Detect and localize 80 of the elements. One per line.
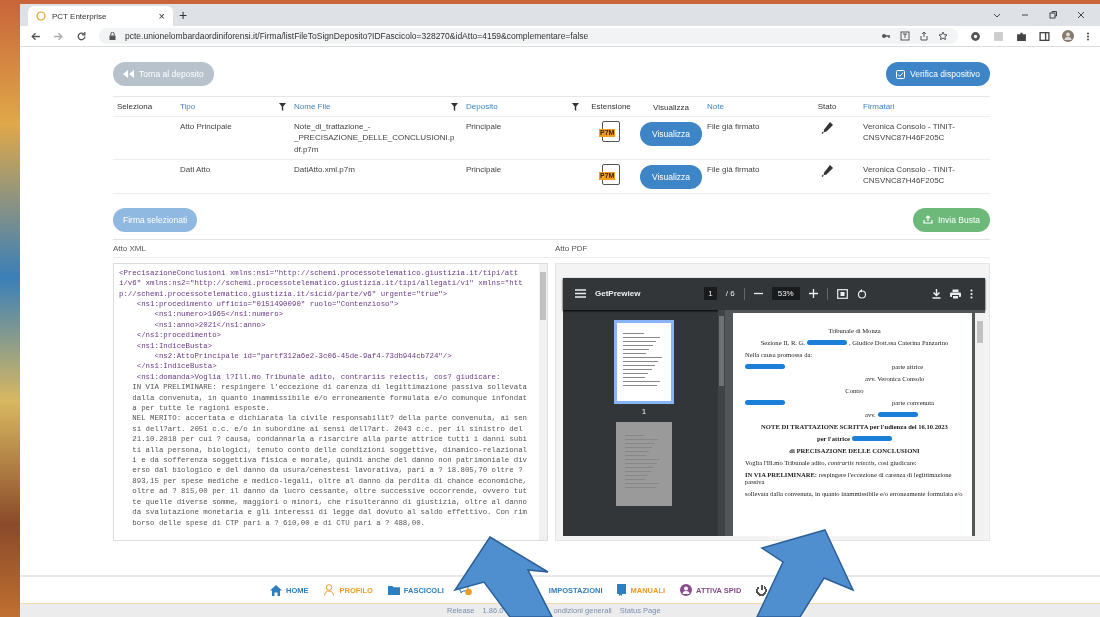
folder-icon [387, 585, 400, 595]
page-count: / 6 [725, 289, 735, 299]
fit-page-icon[interactable] [836, 288, 848, 299]
filter-icon [451, 102, 458, 111]
restore-icon[interactable] [1048, 10, 1058, 20]
filter-icon [279, 102, 286, 111]
close-tab-button[interactable]: × [158, 10, 165, 22]
address-bar[interactable]: pcte.unionelombardaordiniforensi.it/Firma/listFileToSignDeposito?IDFascicolo=328270&idAtto=4159&complementare=false [99, 28, 958, 44]
column-header[interactable]: Firmatari [859, 98, 990, 116]
pen-icon [820, 163, 834, 177]
scrollbar[interactable] [718, 309, 725, 536]
thumbnail-label: 1 [641, 406, 647, 416]
table-cell: Atto Principale [180, 121, 232, 133]
close-icon[interactable] [1076, 10, 1086, 20]
more-icon[interactable] [1086, 30, 1090, 42]
redaction-mark [807, 340, 848, 346]
column-header[interactable]: Note [703, 98, 795, 116]
pen-icon [820, 121, 834, 135]
more-icon[interactable] [970, 288, 973, 299]
table-cell: Dati Atto [180, 163, 211, 175]
zoom-in-icon[interactable] [808, 289, 818, 299]
redaction-mark [745, 399, 785, 405]
home-icon [270, 584, 282, 596]
table-cell: File già firmato [707, 121, 760, 133]
reload-icon[interactable] [76, 30, 87, 42]
redaction-mark [745, 364, 785, 369]
chat-icon[interactable] [458, 584, 472, 596]
book-icon [617, 584, 627, 596]
column-header[interactable]: Tipo [168, 98, 290, 116]
globe-icon [36, 11, 46, 21]
table-cell: Principale [466, 121, 502, 133]
checkbox-icon [896, 69, 906, 79]
lock-icon [109, 32, 116, 40]
column-header[interactable]: Seleziona [113, 98, 168, 116]
redaction-mark [877, 411, 918, 417]
sidebar-icon[interactable] [1039, 30, 1050, 42]
url-text: pcte.unionelombardaordiniforensi.it/Firma/listFileToSignDeposito?IDFascicolo=328270&idAtto=4159&complementare=false [125, 31, 589, 41]
send-envelope-button[interactable]: Invia Busta [912, 207, 990, 232]
translate-icon[interactable] [900, 31, 910, 41]
print-icon[interactable] [950, 288, 961, 299]
user-icon [323, 584, 336, 596]
download-icon[interactable] [932, 288, 941, 299]
scrollbar[interactable] [539, 263, 547, 540]
power-icon[interactable] [756, 584, 768, 596]
page-thumbnail[interactable] [616, 421, 672, 506]
table-cell: File già firmato [707, 163, 760, 175]
column-header[interactable]: Deposito [462, 98, 583, 116]
page-number-field[interactable]: 1 [704, 287, 717, 301]
spid-badge-icon [680, 584, 693, 596]
column-header[interactable]: Stato [795, 98, 859, 116]
key-icon[interactable] [881, 31, 891, 41]
table-cell-text: Veronica Consolo - TINIT-CNSVNC87H46F205C [863, 163, 956, 187]
zoom-field[interactable]: 53% [771, 287, 800, 301]
rewind-icon [123, 70, 134, 78]
table-cell: DatiAtto.xml.p7m [294, 163, 355, 175]
column-header[interactable]: Nome File [290, 98, 462, 116]
share-icon[interactable] [919, 31, 929, 41]
rotate-icon[interactable] [856, 288, 867, 299]
panel-title: Atto PDF [555, 243, 589, 253]
upload-icon [922, 215, 933, 225]
column-header[interactable]: Visualizza [639, 97, 703, 117]
table-cell-text: Note_di_trattazione_-_PRECISAZIONE_DELLE_CONCLUSIONI.pdf.p7m [294, 121, 456, 155]
table-cell-text: Veronica Consolo - TINIT-CNSVNC87H46F205C [863, 121, 956, 144]
menu-icon[interactable] [575, 289, 586, 299]
table-cell: Principale [466, 163, 502, 175]
page-thumbnail[interactable] [614, 319, 674, 404]
document-title: GetPrewiew [595, 289, 641, 299]
tab-title: PCT Enterprise [52, 11, 108, 21]
star-icon[interactable] [938, 31, 948, 41]
back-arrow-icon[interactable] [30, 30, 41, 42]
column-header[interactable]: Estensione [583, 98, 639, 116]
panel-title: Atto XML [113, 243, 147, 253]
redaction-mark [852, 435, 892, 441]
filter-icon [572, 102, 579, 111]
view-button[interactable]: Visualizza [639, 164, 703, 189]
verify-button[interactable]: Verifica dispositivo [886, 62, 990, 86]
avatar-icon[interactable] [1062, 30, 1074, 42]
view-button[interactable]: Visualizza [639, 122, 703, 147]
browser-tab[interactable]: PCT Enterprise × [28, 6, 173, 26]
new-tab-button[interactable]: + [179, 8, 188, 22]
